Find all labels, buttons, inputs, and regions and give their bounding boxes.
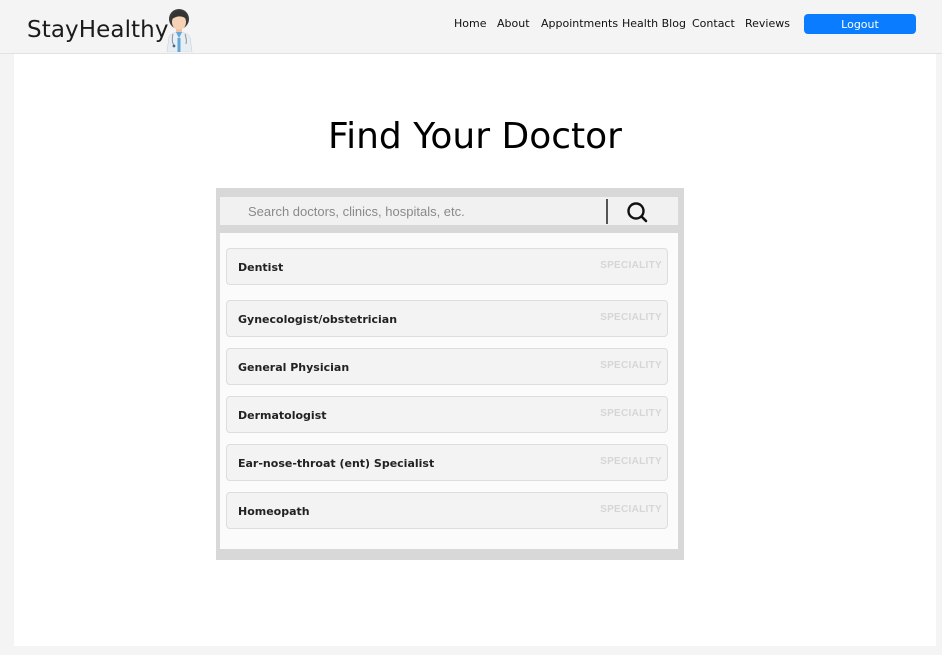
- nav-reviews[interactable]: Reviews: [745, 17, 790, 30]
- doctor-avatar-icon: [166, 9, 193, 52]
- nav-contact[interactable]: Contact: [692, 17, 735, 30]
- list-item[interactable]: Dentist SPECIALITY: [226, 248, 668, 285]
- list-item[interactable]: Homeopath SPECIALITY: [226, 492, 668, 529]
- speciality-tag: SPECIALITY: [600, 408, 662, 419]
- list-item[interactable]: Dermatologist SPECIALITY: [226, 396, 668, 433]
- search-bar: [220, 197, 678, 225]
- speciality-tag: SPECIALITY: [600, 456, 662, 467]
- results-list: Dentist SPECIALITY Gynecologist/obstetri…: [220, 233, 678, 549]
- nav-appointments[interactable]: Appointments: [541, 17, 618, 30]
- result-name: Homeopath: [238, 505, 310, 518]
- speciality-tag: SPECIALITY: [600, 312, 662, 323]
- brand-name[interactable]: StayHealthy: [27, 17, 169, 43]
- navbar: StayHealthy Home About Appointments Heal…: [0, 0, 942, 54]
- nav-home[interactable]: Home: [454, 17, 486, 30]
- speciality-tag: SPECIALITY: [600, 504, 662, 515]
- list-item[interactable]: General Physician SPECIALITY: [226, 348, 668, 385]
- page-title: Find Your Doctor: [328, 116, 622, 157]
- main-content: Find Your Doctor Dentist SPECIALITY Gyne…: [14, 54, 936, 646]
- list-item[interactable]: Gynecologist/obstetrician SPECIALITY: [226, 300, 668, 337]
- speciality-tag: SPECIALITY: [600, 260, 662, 271]
- speciality-tag: SPECIALITY: [600, 360, 662, 371]
- list-item[interactable]: Ear-nose-throat (ent) Specialist SPECIAL…: [226, 444, 668, 481]
- search-icon[interactable]: [624, 201, 652, 223]
- result-name: Dentist: [238, 261, 284, 274]
- logout-button[interactable]: Logout: [804, 14, 916, 34]
- nav-health-blog[interactable]: Health Blog: [622, 17, 686, 30]
- doctor-search-panel: Dentist SPECIALITY Gynecologist/obstetri…: [216, 188, 684, 560]
- result-name: Dermatologist: [238, 409, 327, 422]
- search-input[interactable]: [220, 197, 606, 225]
- search-divider: [606, 199, 608, 224]
- nav-about[interactable]: About: [497, 17, 530, 30]
- result-name: Gynecologist/obstetrician: [238, 313, 398, 326]
- result-name: Ear-nose-throat (ent) Specialist: [238, 457, 435, 470]
- result-name: General Physician: [238, 361, 350, 374]
